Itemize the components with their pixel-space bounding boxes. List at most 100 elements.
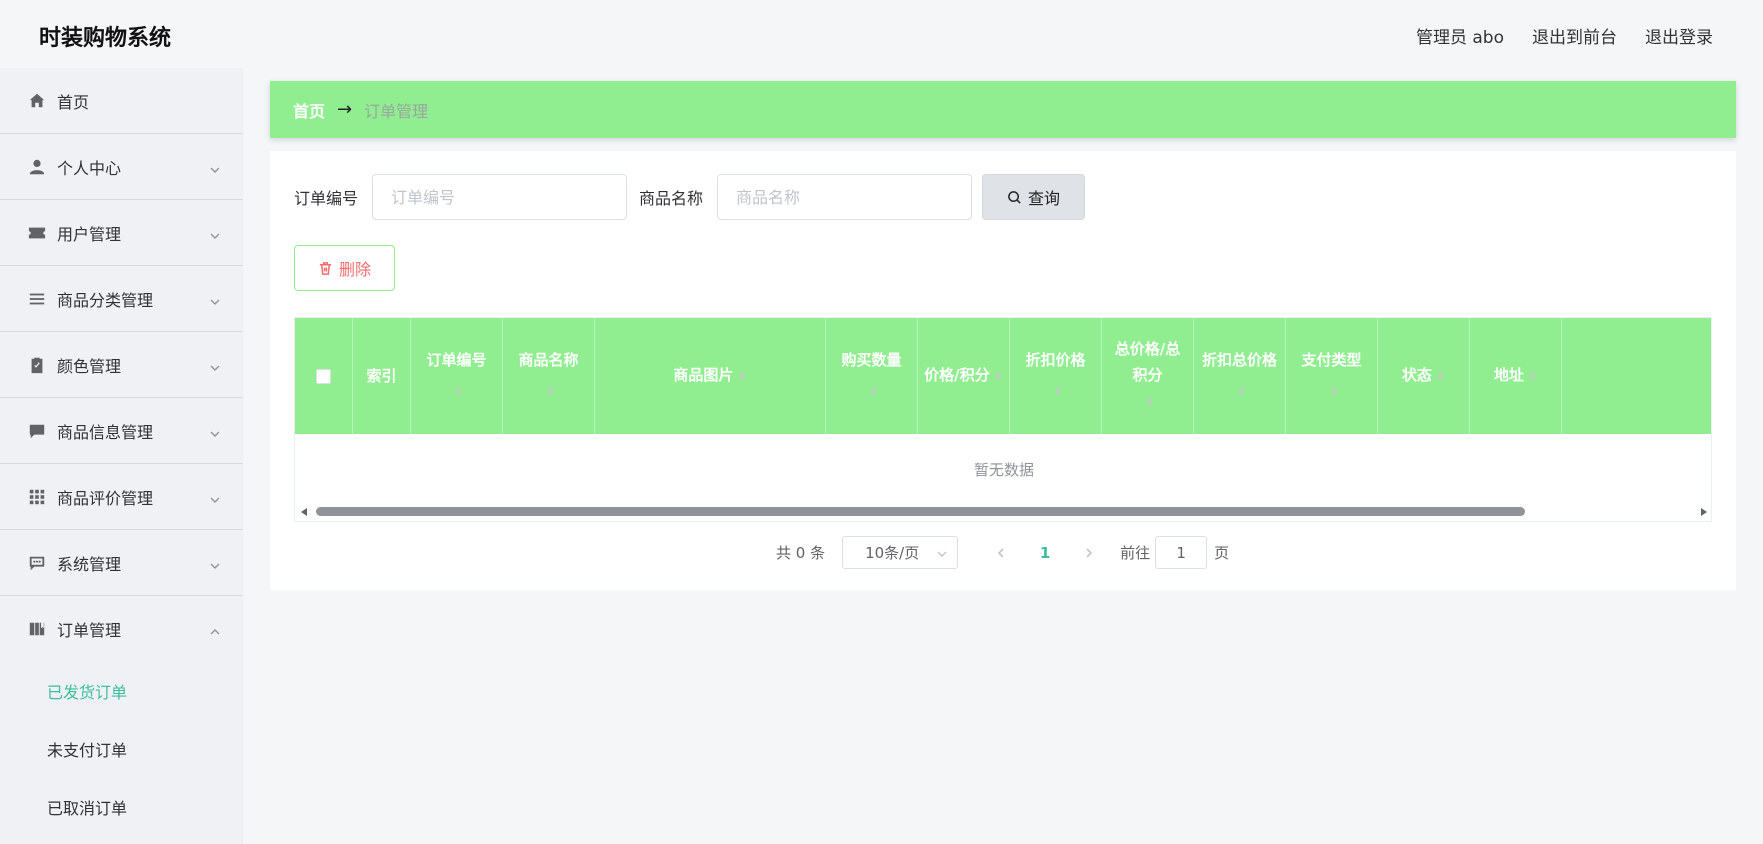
page-size-value: 10条/页 (865, 544, 920, 562)
sidebar-item-label: 商品信息管理 (57, 422, 154, 442)
column-header (1562, 318, 1711, 434)
chevron-down-icon (209, 161, 221, 173)
search-icon (1008, 190, 1021, 204)
sort-icon[interactable]: ⇕ (1053, 385, 1062, 398)
arrow-right-icon: → (337, 99, 353, 120)
sidebar-item-home[interactable]: 首页 (0, 68, 243, 134)
admin-user-link[interactable]: 管理员 abo (1416, 23, 1504, 48)
sidebar-item-personal-center[interactable]: 个人中心 (0, 134, 243, 200)
user-icon (28, 158, 46, 176)
sidebar-item-color-management[interactable]: 颜色管理 (0, 332, 243, 398)
column-header[interactable]: 折扣价格 ⇕ (1010, 318, 1102, 434)
top-header: 时装购物系统 管理员 abo 退出到前台 退出登录 (0, 0, 1763, 72)
column-header-label: 总价格/总积分 (1114, 340, 1181, 384)
sidebar-item-label: 商品评价管理 (57, 488, 154, 508)
chevron-down-icon (209, 227, 221, 239)
header-select-all[interactable] (295, 318, 353, 434)
list-icon (28, 290, 46, 308)
scroll-left-icon[interactable] (301, 508, 307, 516)
column-header[interactable]: 购买数量 ⇕ (826, 318, 918, 434)
column-header-label: 订单编号 (426, 351, 487, 369)
sidebar-item-label: 个人中心 (57, 158, 122, 178)
table-header: 索引 订单编号 ⇕ 商品名称 ⇕ 商品图片 ⇕ 购买数量 ⇕ 价格/积分 ⇕ 折扣价格 ⇕ … (295, 318, 1711, 434)
column-header-label: 状态 (1401, 366, 1432, 384)
column-header-label: 商品名称 (518, 351, 579, 369)
sidebar: 首页 个人中心 用户管理 商品分类管理 颜色管理 商品信息管理 商品评价管理 系… (0, 68, 243, 844)
sort-icon[interactable]: ⇕ (1237, 385, 1246, 398)
app-title: 时装购物系统 (39, 26, 172, 51)
column-header-label: 索引 (366, 367, 397, 385)
logout-link[interactable]: 退出登录 (1645, 23, 1713, 48)
grid-icon (28, 488, 46, 506)
chat-dots-icon (28, 554, 46, 572)
column-header[interactable]: 商品名称 ⇕ (503, 318, 595, 434)
sidebar-item-product-reviews[interactable]: 商品评价管理 (0, 464, 243, 530)
sort-icon[interactable]: ⇕ (1528, 370, 1537, 383)
sort-icon[interactable]: ⇕ (1329, 385, 1338, 398)
scrollbar-thumb[interactable] (316, 507, 1525, 516)
sidebar-item-label: 用户管理 (57, 224, 122, 244)
column-header[interactable]: 状态 ⇕ (1378, 318, 1470, 434)
message-icon (28, 422, 46, 440)
query-button[interactable]: 查询 (982, 174, 1086, 220)
sidebar-item-label: 颜色管理 (57, 356, 122, 376)
page-size-select[interactable]: 10条/页 (842, 536, 959, 569)
sort-icon[interactable]: ⇕ (454, 385, 463, 398)
page-number[interactable]: 1 (1030, 544, 1060, 562)
chevron-down-icon (209, 359, 221, 371)
chevron-down-icon (209, 293, 221, 305)
sidebar-item-order-management[interactable]: 订单管理 (0, 596, 243, 662)
breadcrumb-home[interactable]: 首页 (293, 98, 325, 122)
sidebar-subitem-unpaid-orders[interactable]: 未支付订单 (0, 720, 243, 778)
sort-icon[interactable]: ⇕ (869, 385, 878, 398)
column-header[interactable]: 订单编号 ⇕ (411, 318, 503, 434)
sidebar-item-product-info[interactable]: 商品信息管理 (0, 398, 243, 464)
prev-page-button[interactable] (986, 538, 1016, 568)
chevron-down-icon (209, 491, 221, 503)
column-header-label: 价格/积分 (924, 366, 990, 384)
sidebar-item-label: 系统管理 (57, 554, 122, 574)
sort-icon[interactable]: ⇕ (994, 370, 1003, 383)
sidebar-item-system-management[interactable]: 系统管理 (0, 530, 243, 596)
sidebar-item-label: 订单管理 (57, 621, 122, 640)
column-header[interactable]: 折扣总价格 ⇕ (1194, 318, 1286, 434)
column-header-label: 折扣总价格 (1201, 351, 1277, 369)
orders-table: 索引 订单编号 ⇕ 商品名称 ⇕ 商品图片 ⇕ 购买数量 ⇕ 价格/积分 ⇕ 折扣价格 ⇕ … (294, 317, 1712, 522)
column-header[interactable]: 地址 ⇕ (1470, 318, 1562, 434)
delete-button-label: 删除 (338, 260, 371, 279)
sort-icon[interactable]: ⇕ (1436, 370, 1445, 383)
scroll-right-icon[interactable] (1701, 508, 1707, 516)
pagination-total: 共 0 条 (776, 544, 826, 562)
column-header[interactable]: 商品图片 ⇕ (595, 318, 826, 434)
sidebar-item-category-management[interactable]: 商品分类管理 (0, 266, 243, 332)
order-no-label: 订单编号 (294, 189, 359, 208)
sidebar-item-label: 商品分类管理 (57, 290, 154, 310)
sidebar-subitem-shipped-orders[interactable]: 已发货订单 (0, 662, 243, 720)
order-no-input[interactable] (372, 174, 628, 220)
sort-icon[interactable]: ⇕ (1145, 396, 1154, 409)
goto-page-input[interactable] (1155, 536, 1208, 569)
next-page-button[interactable] (1074, 538, 1104, 568)
book-icon (28, 620, 46, 638)
goto-label: 前往 (1120, 544, 1151, 562)
column-header[interactable]: 价格/积分 ⇕ (918, 318, 1010, 434)
pagination: 共 0 条 10条/页 1 前往 页 (776, 536, 1229, 569)
query-button-label: 查询 (1028, 189, 1061, 208)
column-header[interactable]: 总价格/总积分 ⇕ (1102, 318, 1194, 434)
sort-icon[interactable]: ⇕ (737, 370, 746, 383)
select-all-checkbox[interactable] (316, 368, 331, 384)
back-to-frontend-link[interactable]: 退出到前台 (1532, 23, 1617, 48)
top-links: 管理员 abo 退出到前台 退出登录 (1416, 23, 1713, 48)
delete-button[interactable]: 删除 (294, 245, 395, 291)
sort-icon[interactable]: ⇕ (546, 385, 555, 398)
sidebar-subitem-cancelled-orders[interactable]: 已取消订单 (0, 778, 243, 836)
chevron-left-icon (997, 547, 1004, 558)
sidebar-item-label: 首页 (57, 92, 90, 112)
product-name-input[interactable] (717, 174, 973, 220)
empty-state: 暂无数据 (973, 460, 1034, 479)
horizontal-scrollbar[interactable] (295, 503, 1711, 521)
column-header[interactable]: 支付类型 ⇕ (1286, 318, 1378, 434)
sidebar-item-user-management[interactable]: 用户管理 (0, 200, 243, 266)
trash-icon (319, 261, 332, 275)
home-icon (28, 92, 46, 110)
